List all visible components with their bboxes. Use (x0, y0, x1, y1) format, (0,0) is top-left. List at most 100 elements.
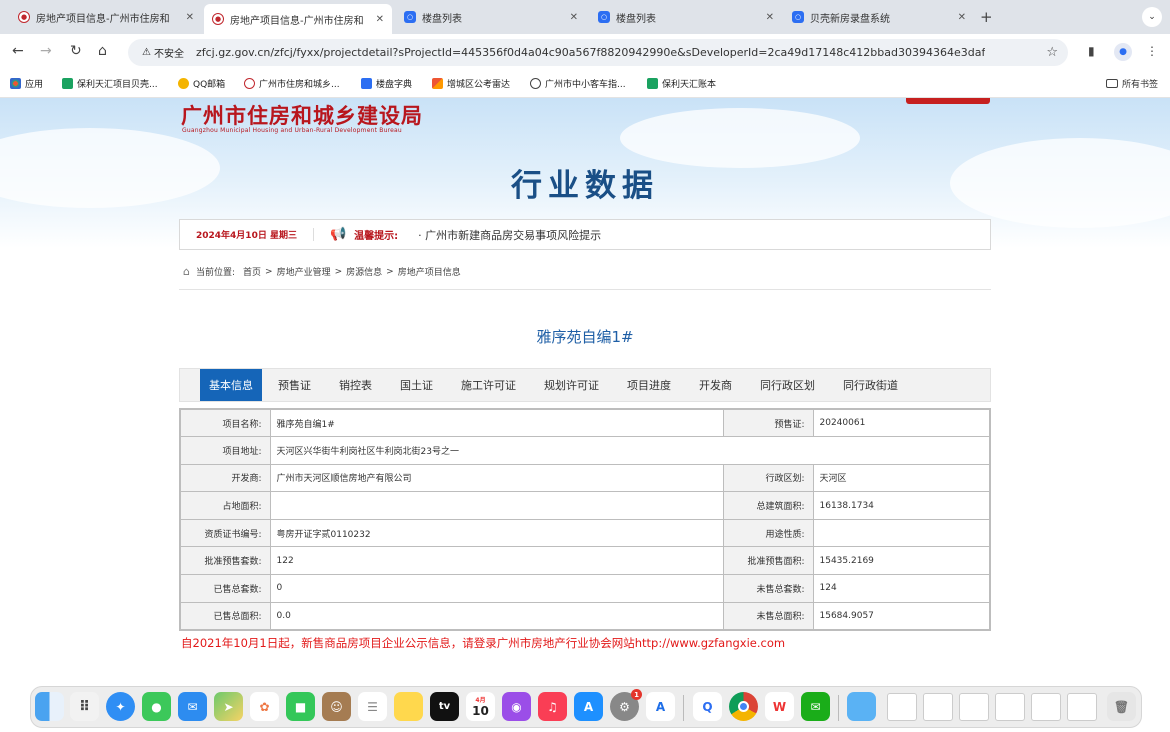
qq-icon[interactable]: Q (693, 692, 722, 721)
reminders-icon[interactable]: ☰ (358, 692, 387, 721)
chevron-down-icon[interactable]: ⌄ (1142, 7, 1162, 27)
notification-badge: 1 (631, 689, 642, 700)
browser-tab-strip: ● 房地产项目信息-广州市住房和 ✕ ● 房地产项目信息-广州市住房和 ✕ ○ … (0, 0, 1170, 34)
close-icon[interactable]: ✕ (376, 14, 384, 25)
project-name-value: 雅序苑自编1# (269, 408, 724, 438)
finder-icon[interactable] (35, 692, 64, 721)
warning-icon: ⚠ (142, 47, 151, 58)
close-icon[interactable]: ✕ (570, 12, 578, 23)
breadcrumb-project-info[interactable]: 房地产项目信息 (398, 265, 461, 278)
tab-presale-cert[interactable]: 预售证 (266, 369, 323, 401)
home-icon[interactable]: ⌂ (98, 43, 107, 59)
launchpad-icon[interactable]: ⠿ (70, 692, 99, 721)
sheet-icon (647, 78, 658, 89)
tab-construction-permit[interactable]: 施工许可证 (449, 369, 528, 401)
desktop-area: ⠿ ✦ ● ✉ ➤ ✿ ■ ☺ ☰ tv 4月 10 ◉ ♫ A ⚙ 1 A Q … (0, 682, 1170, 732)
chrome-icon[interactable] (729, 692, 758, 721)
developer-value: 广州市天河区顺信房地产有限公司 (269, 463, 724, 493)
insecure-indicator[interactable]: ⚠ 不安全 (136, 45, 190, 60)
profile-avatar-icon[interactable]: ● (1114, 43, 1132, 61)
bookmark-label: QQ邮箱 (193, 80, 226, 90)
window-thumbnail[interactable] (1031, 693, 1061, 721)
notes-icon[interactable] (394, 692, 423, 721)
tab-land-cert[interactable]: 国土证 (388, 369, 445, 401)
all-bookmarks[interactable]: 所有书签 (1105, 77, 1158, 90)
trash-icon[interactable]: 🗑 (1107, 692, 1136, 721)
forward-arrow-icon[interactable]: → (40, 43, 52, 59)
close-icon[interactable]: ✕ (766, 12, 774, 23)
folder-icon[interactable] (847, 692, 876, 721)
breadcrumb-home[interactable]: 首页 (243, 265, 261, 278)
new-tab-icon[interactable]: + (980, 8, 993, 26)
music-icon[interactable]: ♫ (538, 692, 567, 721)
bookmark-star-icon[interactable]: ☆ (1046, 45, 1058, 60)
a-app-icon[interactable]: A (646, 692, 675, 721)
close-icon[interactable]: ✕ (958, 12, 966, 23)
tab-same-street[interactable]: 同行政街道 (831, 369, 910, 401)
folder-icon (1105, 79, 1118, 88)
insecure-label: 不安全 (153, 49, 184, 60)
reload-icon[interactable]: ↻ (70, 43, 82, 59)
total-area-value: 16138.1734 (812, 491, 991, 520)
browser-tab-1[interactable]: ● 房地产项目信息-广州市住房和 ✕ (10, 5, 202, 29)
gov-seal-icon: ● (212, 13, 224, 25)
window-thumbnail[interactable] (887, 693, 917, 721)
wps-icon[interactable]: W (765, 692, 794, 721)
tab-sales-control[interactable]: 销控表 (327, 369, 384, 401)
bookmark-apps[interactable]: 应用 (10, 77, 43, 90)
browser-tab-4[interactable]: ○ 楼盘列表 ✕ (590, 5, 782, 29)
browser-tab-2-active[interactable]: ● 房地产项目信息-广州市住房和 ✕ (204, 4, 392, 34)
system-settings-icon[interactable]: ⚙ 1 (610, 689, 642, 721)
close-icon[interactable]: ✕ (186, 12, 194, 23)
bookmark-label: 保利天汇账本 (662, 80, 717, 90)
tab-title: 贝壳新房录盘系统 (810, 13, 890, 25)
gov-seal-icon (244, 78, 255, 89)
browser-tab-5[interactable]: ○ 贝壳新房录盘系统 ✕ (784, 5, 974, 29)
bookmark-item[interactable]: 楼盘字典 (361, 77, 412, 90)
calendar-icon[interactable]: 4月 10 (466, 692, 495, 721)
tab-planning-permit[interactable]: 规划许可证 (532, 369, 611, 401)
tab-basic-info[interactable]: 基本信息 (200, 369, 262, 401)
bookmark-item[interactable]: 广州市中小客车指... (530, 77, 626, 90)
browser-tab-3[interactable]: ○ 楼盘列表 ✕ (396, 5, 586, 29)
safari-icon[interactable]: ✦ (106, 692, 135, 721)
breadcrumb-real-estate[interactable]: 房地产业管理 (277, 265, 331, 278)
site-logo-title[interactable]: 广州市住房和城乡建设局 (181, 100, 423, 130)
bookmark-label: 应用 (25, 80, 44, 90)
podcasts-icon[interactable]: ◉ (502, 692, 531, 721)
side-panel-icon[interactable]: ▮ (1088, 44, 1095, 58)
address-bar[interactable]: ⚠ 不安全 zfcj.gz.gov.cn/zfcj/fyxx/projectde… (128, 39, 1068, 66)
back-arrow-icon[interactable]: ← (12, 43, 24, 59)
table-row: 开发商: 广州市天河区顺信房地产有限公司 行政区划: 天河区 (179, 463, 991, 493)
bookmark-item[interactable]: 保利天汇账本 (647, 77, 716, 90)
contacts-icon[interactable]: ☺ (322, 692, 351, 721)
app-store-icon[interactable]: A (574, 692, 603, 721)
window-thumbnail[interactable] (1067, 693, 1097, 721)
mail-icon[interactable]: ✉ (178, 692, 207, 721)
more-menu-icon[interactable]: ⋮ (1146, 44, 1158, 58)
tab-progress[interactable]: 项目进度 (615, 369, 683, 401)
facetime-icon[interactable]: ■ (286, 692, 315, 721)
window-thumbnail[interactable] (995, 693, 1025, 721)
field-label: 资质证书编号: (179, 518, 271, 548)
bookmark-item[interactable]: 保利天汇项目贝壳... (62, 77, 158, 90)
window-thumbnail[interactable] (959, 693, 989, 721)
header-red-button[interactable] (906, 98, 990, 104)
gzfangxie-notice-link[interactable]: 自2021年10月1日起，新售商品房项目企业公示信息，请登录广州市房地产行业协会… (181, 635, 785, 651)
breadcrumb-prefix: 当前位置: (195, 268, 236, 278)
bookmark-item[interactable]: 增城区公考雷达 (432, 77, 510, 90)
apple-tv-icon[interactable]: tv (430, 692, 459, 721)
all-bookmarks-label: 所有书签 (1121, 80, 1158, 90)
notice-link[interactable]: · 广州市新建商品房交易事项风险提示 (418, 227, 601, 243)
bookmark-item[interactable]: 广州市住房和城乡... (244, 77, 340, 90)
messages-icon[interactable]: ● (142, 692, 171, 721)
wechat-icon[interactable]: ✉ (801, 692, 830, 721)
tab-developer[interactable]: 开发商 (687, 369, 744, 401)
tab-same-district[interactable]: 同行政区划 (748, 369, 827, 401)
maps-icon[interactable]: ➤ (214, 692, 243, 721)
photos-icon[interactable]: ✿ (250, 692, 279, 721)
bookmark-item[interactable]: QQ邮箱 (178, 77, 225, 90)
breadcrumb-listings[interactable]: 房源信息 (346, 265, 382, 278)
sheet-icon (62, 78, 73, 89)
window-thumbnail[interactable] (923, 693, 953, 721)
